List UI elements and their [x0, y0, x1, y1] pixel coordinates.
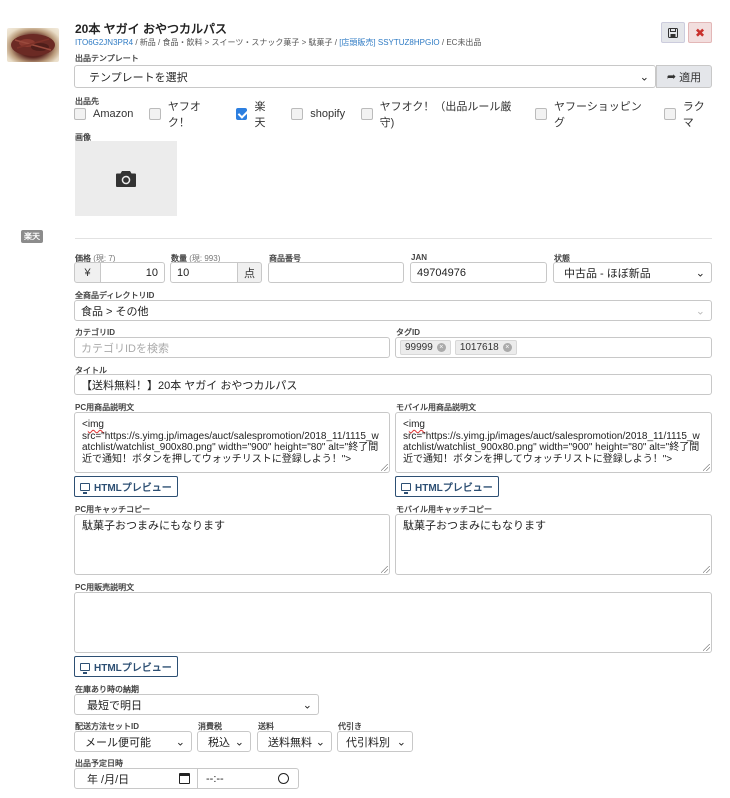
resize-handle[interactable]	[703, 644, 710, 651]
chevron-down-icon: ⌄	[695, 267, 705, 279]
listing-date-input[interactable]: 年 /月/日	[74, 768, 198, 789]
jan-label: JAN	[411, 253, 428, 262]
checkbox[interactable]	[74, 108, 86, 120]
mobile-html-preview-button[interactable]: HTMLプレビュー	[395, 476, 499, 497]
checkbox[interactable]	[291, 108, 304, 120]
resize-handle[interactable]	[703, 566, 710, 573]
mobile-catch-textarea[interactable]: 駄菓子おつまみにもなります	[395, 514, 712, 575]
breadcrumb: / 新品 / 食品・飲料 > スイーツ・スナック菓子 > 駄菓子 /	[133, 38, 340, 47]
product-thumbnail	[7, 28, 59, 62]
tag-chip: 99999 ×	[400, 340, 451, 355]
checkbox[interactable]	[664, 108, 676, 120]
calendar-icon[interactable]	[179, 773, 190, 784]
directory-select[interactable]: 食品 > その他 ⌄	[74, 300, 712, 321]
jan-input[interactable]: 49704976	[410, 262, 547, 283]
market-badge: 楽天	[21, 230, 43, 243]
save-button[interactable]	[661, 22, 685, 43]
monitor-icon	[401, 482, 411, 494]
destination-yahoo-auction[interactable]: ヤフオク！	[149, 98, 220, 130]
product-number-input[interactable]	[268, 262, 404, 283]
remove-tag-icon[interactable]: ×	[502, 343, 512, 352]
template-select-value: テンプレートを選択	[89, 71, 188, 84]
checkbox[interactable]	[535, 108, 547, 120]
chevron-down-icon: ⌄	[396, 736, 406, 748]
monitor-icon	[80, 482, 90, 494]
divider	[75, 238, 712, 239]
remove-tag-icon[interactable]: ×	[436, 343, 446, 352]
checkbox[interactable]	[149, 108, 161, 120]
tax-select[interactable]: 税込 ⌄	[197, 731, 251, 752]
item-id-link[interactable]: ITO6G2JN3PR4	[75, 38, 133, 47]
condition-select[interactable]: 中古品 - ほぼ新品 ⌄	[553, 262, 712, 283]
store-link[interactable]: [店頭販売] SSYTUZ8HPGIO	[339, 38, 439, 47]
category-search-input[interactable]: カテゴリIDを検索	[74, 337, 390, 358]
monitor-icon	[80, 662, 90, 674]
delivery-select[interactable]: 最短で明日 ⌄	[74, 694, 319, 715]
destination-rakuten[interactable]: 楽天	[235, 98, 275, 130]
camera-icon	[116, 170, 136, 187]
resize-handle[interactable]	[703, 464, 710, 471]
chevron-down-icon: ⌄	[639, 71, 649, 83]
template-label: 出品テンプレート	[75, 54, 139, 63]
share-icon: ➦	[666, 71, 677, 83]
chevron-down-icon: ⌄	[234, 736, 244, 748]
cod-select[interactable]: 代引料別 ⌄	[337, 731, 413, 752]
checkbox[interactable]	[361, 108, 373, 120]
chevron-down-icon: ⌄	[695, 305, 705, 317]
product-meta: ITO6G2JN3PR4 / 新品 / 食品・飲料 > スイーツ・スナック菓子 …	[75, 37, 481, 48]
quantity-unit-addon: 点	[237, 262, 262, 283]
apply-template-label: 適用	[679, 71, 702, 84]
delete-button[interactable]: ✖	[688, 22, 712, 43]
ec-status: / EC未出品	[439, 38, 482, 47]
apply-template-button[interactable]: ➦ 適用	[656, 65, 712, 88]
destination-checkboxes: Amazon ヤフオク！ 楽天 shopify ヤフオク！（出品ルール厳守) ヤ…	[74, 101, 730, 129]
price-input[interactable]: 10	[100, 262, 165, 283]
tag-chip: 1017618 ×	[454, 340, 517, 355]
close-icon: ✖	[694, 25, 706, 40]
pc-description-textarea[interactable]: <img src="https://s.yimg.jp/images/auct/…	[74, 412, 390, 473]
chevron-down-icon: ⌄	[302, 699, 312, 711]
quantity-input[interactable]: 10	[170, 262, 238, 283]
pc-html-preview-button[interactable]: HTMLプレビュー	[74, 476, 178, 497]
shipping-set-select[interactable]: メール便可能 ⌄	[74, 731, 192, 752]
tags-input[interactable]: 99999 × 1017618 ×	[395, 337, 712, 358]
sales-html-preview-button[interactable]: HTMLプレビュー	[74, 656, 178, 677]
food-photo-icon	[11, 34, 55, 56]
listing-time-input[interactable]: --:--	[197, 768, 299, 789]
currency-addon: ¥	[74, 262, 101, 283]
chevron-down-icon: ⌄	[315, 736, 325, 748]
destination-amazon[interactable]: Amazon	[74, 108, 133, 120]
destination-shopify[interactable]: shopify	[291, 108, 345, 120]
title-input[interactable]: 【送料無料！】20本 ヤガイ おやつカルパス	[74, 374, 712, 395]
pc-catch-textarea[interactable]: 駄菓子おつまみにもなります	[74, 514, 390, 575]
checkbox-checked[interactable]	[235, 108, 248, 120]
template-select[interactable]: テンプレートを選択 ⌄	[74, 65, 656, 88]
chevron-down-icon: ⌄	[175, 736, 185, 748]
image-upload-area[interactable]	[75, 141, 177, 216]
save-icon	[668, 27, 678, 38]
resize-handle[interactable]	[381, 566, 388, 573]
destination-rakuma[interactable]: ラクマ	[664, 98, 714, 130]
product-title: 20本 ヤガイ おやつカルパス	[75, 22, 228, 36]
pc-sales-description-textarea[interactable]	[74, 592, 712, 653]
destination-yahoo-auction-strict[interactable]: ヤフオク！（出品ルール厳守)	[361, 98, 519, 130]
destination-yahoo-shopping[interactable]: ヤフーショッピング	[535, 98, 648, 130]
clock-icon[interactable]	[278, 773, 289, 784]
mobile-description-textarea[interactable]: <img src="https://s.yimg.jp/images/auct/…	[395, 412, 712, 473]
resize-handle[interactable]	[381, 464, 388, 471]
shipping-fee-select[interactable]: 送料無料 ⌄	[257, 731, 332, 752]
